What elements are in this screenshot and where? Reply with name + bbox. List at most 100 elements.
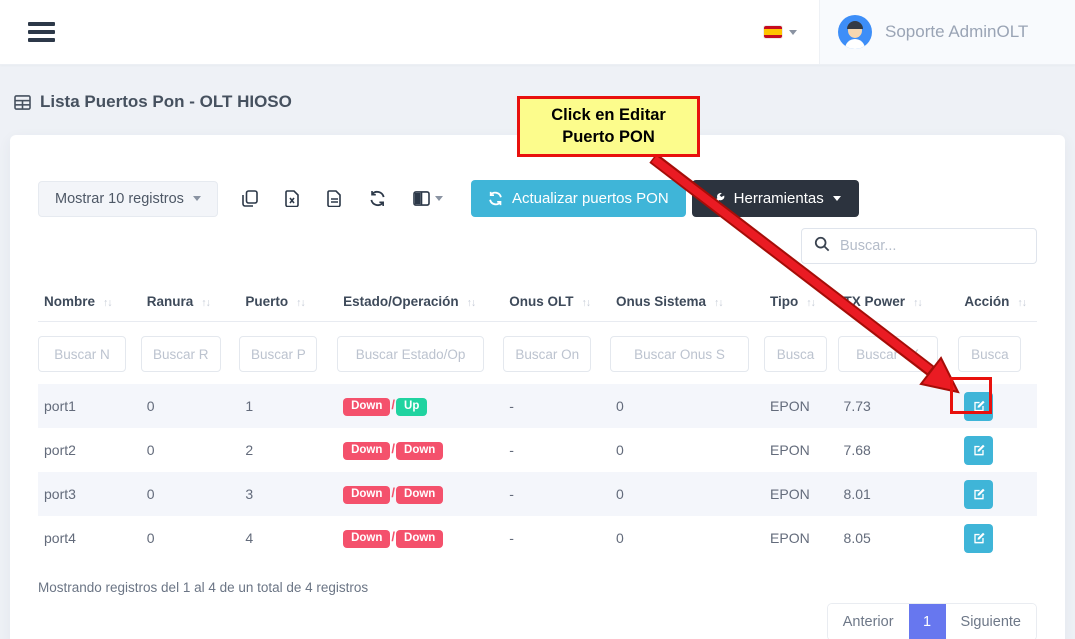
col-header-onus-sistema[interactable]: Onus Sistema↑↓	[610, 286, 764, 322]
cell-tipo: EPON	[764, 516, 838, 560]
filter-puerto-input[interactable]	[239, 336, 317, 372]
cell-puerto: 1	[239, 384, 337, 428]
sort-icon: ↑↓	[806, 297, 815, 309]
wrench-icon	[710, 191, 725, 206]
sort-icon: ↑↓	[103, 297, 112, 309]
filter-accion-input[interactable]	[958, 336, 1021, 372]
cell-estado: Down/Down	[337, 428, 503, 472]
global-search	[801, 228, 1037, 264]
table-row: port3 0 3 Down/Down - 0 EPON 8.01	[38, 472, 1037, 516]
export-file-icon[interactable]	[327, 190, 342, 207]
annotation-callout: Click en Editar Puerto PON	[517, 96, 700, 157]
col-header-estado[interactable]: Estado/Operación↑↓	[337, 286, 503, 322]
cell-nombre: port1	[38, 384, 141, 428]
sort-icon: ↑↓	[913, 297, 922, 309]
filter-estado-input[interactable]	[337, 336, 484, 372]
sort-icon: ↑↓	[581, 297, 590, 309]
col-header-ranura[interactable]: Ranura↑↓	[141, 286, 240, 322]
sort-icon: ↑↓	[467, 297, 476, 309]
sort-icon: ↑↓	[714, 297, 723, 309]
col-header-accion[interactable]: Acción↑↓	[958, 286, 1037, 322]
cell-onus-sistema: 0	[610, 384, 764, 428]
copy-icon[interactable]	[242, 190, 258, 207]
operacion-badge: Down	[396, 486, 443, 505]
refresh-icon[interactable]	[369, 190, 386, 207]
cell-tx-power: 7.68	[838, 428, 959, 472]
filter-onus-olt-input[interactable]	[503, 336, 591, 372]
cell-onus-olt: -	[503, 516, 610, 560]
cell-onus-sistema: 0	[610, 428, 764, 472]
col-header-tx-power[interactable]: TX Power↑↓	[838, 286, 959, 322]
search-icon	[814, 236, 830, 257]
cell-puerto: 3	[239, 472, 337, 516]
cell-puerto: 4	[239, 516, 337, 560]
menu-toggle-icon[interactable]	[28, 18, 55, 46]
estado-badge: Down	[343, 442, 390, 461]
search-input[interactable]	[840, 238, 1027, 254]
estado-badge: Down	[343, 530, 390, 549]
table-row: port1 0 1 Down/Up - 0 EPON 7.73	[38, 384, 1037, 428]
chevron-down-icon	[435, 196, 443, 201]
filter-nombre-input[interactable]	[38, 336, 126, 372]
pon-ports-table: Nombre↑↓ Ranura↑↓ Puerto↑↓ Estado/Operac…	[38, 286, 1037, 560]
cell-nombre: port3	[38, 472, 141, 516]
operacion-badge: Down	[396, 442, 443, 461]
cell-puerto: 2	[239, 428, 337, 472]
actualizar-puertos-button[interactable]: Actualizar puertos PON	[471, 180, 686, 217]
edit-port-button[interactable]	[964, 392, 993, 421]
filter-tipo-input[interactable]	[764, 336, 827, 372]
filter-tx-power-input[interactable]	[838, 336, 938, 372]
cell-tx-power: 7.73	[838, 384, 959, 428]
header-row: Nombre↑↓ Ranura↑↓ Puerto↑↓ Estado/Operac…	[38, 286, 1037, 322]
edit-port-button[interactable]	[964, 524, 993, 553]
pagination-page-1[interactable]: 1	[909, 604, 946, 639]
table-toolbar: Mostrar 10 registros	[38, 180, 1037, 217]
cell-onus-sistema: 0	[610, 516, 764, 560]
edit-port-button[interactable]	[964, 480, 993, 509]
cell-nombre: port4	[38, 516, 141, 560]
table-grid-icon	[14, 95, 31, 110]
chevron-down-icon	[833, 196, 841, 201]
cell-onus-olt: -	[503, 384, 610, 428]
show-entries-button[interactable]: Mostrar 10 registros	[38, 181, 218, 217]
language-selector[interactable]	[764, 26, 797, 38]
topbar: Soporte AdminOLT	[0, 0, 1075, 65]
cell-estado: Down/Up	[337, 384, 503, 428]
edit-port-button[interactable]	[964, 436, 993, 465]
table-info: Mostrando registros del 1 al 4 de un tot…	[38, 580, 1037, 595]
cell-nombre: port2	[38, 428, 141, 472]
filter-ranura-input[interactable]	[141, 336, 221, 372]
chevron-down-icon	[193, 196, 201, 201]
filter-onus-sistema-input[interactable]	[610, 336, 749, 372]
col-header-onus-olt[interactable]: Onus OLT↑↓	[503, 286, 610, 322]
pagination-next[interactable]: Siguiente	[946, 604, 1036, 639]
filter-row	[38, 322, 1037, 385]
spain-flag-icon	[764, 26, 782, 38]
cell-estado: Down/Down	[337, 472, 503, 516]
avatar	[838, 15, 872, 49]
export-excel-icon[interactable]	[285, 190, 300, 207]
pagination-prev[interactable]: Anterior	[828, 604, 909, 639]
pon-ports-card: Mostrar 10 registros	[10, 135, 1065, 639]
chevron-down-icon	[789, 30, 797, 35]
table-row: port4 0 4 Down/Down - 0 EPON 8.05	[38, 516, 1037, 560]
cell-ranura: 0	[141, 384, 240, 428]
herramientas-button[interactable]: Herramientas	[692, 180, 859, 217]
cell-tx-power: 8.05	[838, 516, 959, 560]
user-menu[interactable]: Soporte AdminOLT	[819, 0, 1075, 64]
col-header-puerto[interactable]: Puerto↑↓	[239, 286, 337, 322]
table-row: port2 0 2 Down/Down - 0 EPON 7.68	[38, 428, 1037, 472]
cell-ranura: 0	[141, 428, 240, 472]
col-header-tipo[interactable]: Tipo↑↓	[764, 286, 838, 322]
sort-icon: ↑↓	[1017, 297, 1026, 309]
user-name: Soporte AdminOLT	[885, 22, 1028, 42]
sort-icon: ↑↓	[201, 297, 210, 309]
cell-tipo: EPON	[764, 472, 838, 516]
cell-ranura: 0	[141, 516, 240, 560]
cell-onus-sistema: 0	[610, 472, 764, 516]
col-header-nombre[interactable]: Nombre↑↓	[38, 286, 141, 322]
cell-onus-olt: -	[503, 472, 610, 516]
estado-badge: Down	[343, 398, 390, 417]
column-visibility-icon[interactable]	[413, 191, 443, 206]
operacion-badge: Up	[396, 398, 427, 417]
